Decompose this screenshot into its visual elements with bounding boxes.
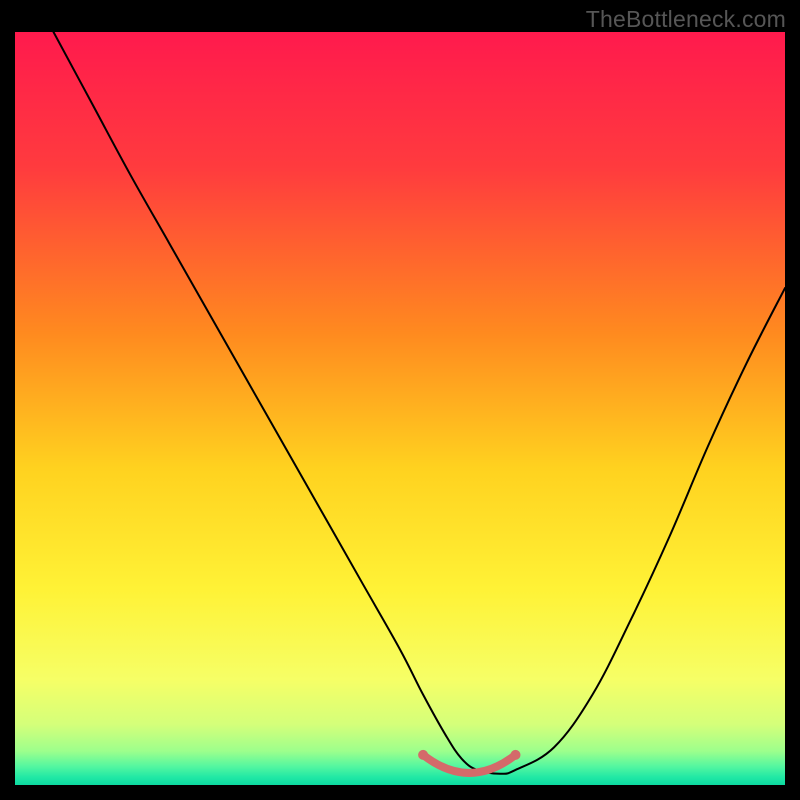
plot-area (15, 32, 785, 785)
attribution-text: TheBottleneck.com (586, 6, 786, 33)
chart-frame: TheBottleneck.com (0, 0, 800, 800)
highlight-region (15, 32, 785, 785)
